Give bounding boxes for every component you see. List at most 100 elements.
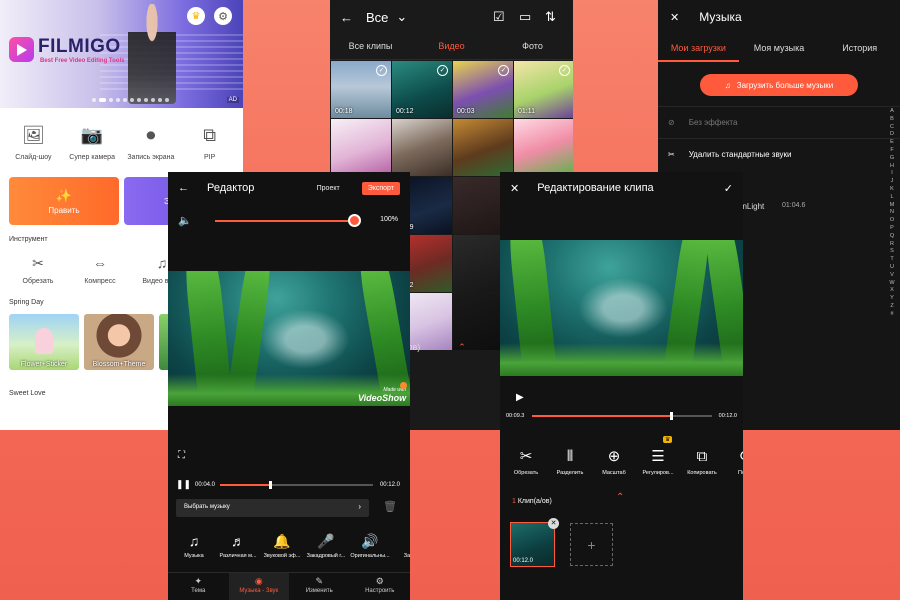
project-button[interactable]: Проект	[317, 185, 340, 192]
tab-1[interactable]: Моя музыка	[739, 34, 820, 62]
tool-slideshow[interactable]: 🖼 Слайд-шоу	[5, 122, 61, 162]
tool-speaker[interactable]: 🔊 Оригинальны...	[348, 532, 392, 560]
alphabet-letter[interactable]: W	[889, 280, 894, 288]
alphabet-letter[interactable]: #	[890, 311, 893, 319]
promo-banner[interactable]: FILMIGO Best Free Video Editing Tools ♛ …	[0, 0, 243, 108]
chevron-up-icon[interactable]: ⌃	[616, 492, 624, 503]
export-button[interactable]: Экспорт	[361, 181, 400, 195]
alphabet-letter[interactable]: F	[890, 147, 893, 155]
alphabet-letter[interactable]: P	[890, 225, 894, 233]
nav-settings[interactable]: ⚙ Настроить	[350, 573, 411, 600]
playback-progress[interactable]	[220, 481, 373, 489]
play-icon[interactable]: ▶	[516, 392, 524, 403]
alphabet-letter[interactable]: D	[890, 131, 894, 139]
alphabet-letter[interactable]: K	[890, 186, 894, 194]
tool-pip[interactable]: ⧉ PIP	[182, 122, 238, 162]
alphabet-letter[interactable]: J	[891, 178, 894, 186]
watermark-close-icon[interactable]	[400, 382, 407, 389]
media-thumb[interactable]: ✓ 01:11	[514, 61, 573, 118]
select-circle-icon[interactable]: ✓	[376, 65, 387, 76]
tab-0[interactable]: Мои загрузки	[658, 34, 739, 62]
theme-thumb-blossom[interactable]: Blossom+Theme	[84, 314, 154, 370]
tab-0[interactable]: Все клипы	[330, 34, 411, 59]
alphabet-letter[interactable]: B	[890, 116, 894, 124]
select-circle-icon[interactable]: ✓	[559, 65, 570, 76]
alphabet-letter[interactable]: Z	[890, 303, 893, 311]
video-preview[interactable]	[168, 271, 410, 406]
tool-rotate[interactable]: ⟳ Повор	[724, 446, 743, 476]
tool-copy[interactable]: ⧉ Копировать	[680, 446, 724, 477]
tab-2[interactable]: Фото	[492, 34, 573, 59]
tool-screen-record[interactable]: ⏺ Запись экрана	[123, 122, 179, 162]
alphabet-letter[interactable]: U	[890, 264, 894, 272]
tool-camera[interactable]: 📷 Супер камера	[64, 122, 120, 162]
tool-music-note[interactable]: ♫ Музыка	[172, 532, 216, 559]
fullscreen-icon[interactable]: ⛶	[178, 450, 185, 461]
volume-slider-handle[interactable]	[348, 214, 361, 227]
theme-thumb-flower[interactable]: Flower+Sticker	[9, 314, 79, 370]
media-thumb[interactable]	[514, 119, 573, 176]
nav-theme[interactable]: ✦ Тема	[168, 573, 229, 600]
alphabet-letter[interactable]: Q	[890, 233, 894, 241]
media-thumb[interactable]: ✓ 00:03	[453, 61, 513, 118]
tab-1[interactable]: Видео	[411, 34, 492, 59]
alphabet-letter[interactable]: S	[890, 248, 894, 256]
sort-icon[interactable]: ⇅	[545, 9, 563, 25]
tool-adjust[interactable]: ♛ ☰ Регулиров...	[636, 436, 680, 476]
nav-edit[interactable]: ✎ Изменить	[289, 573, 350, 600]
edit-button[interactable]: ✨ Править	[9, 177, 119, 225]
select-circle-icon[interactable]: ✓	[498, 65, 509, 76]
alphabet-letter[interactable]: V	[890, 272, 894, 280]
alphabet-letter[interactable]: L	[890, 194, 893, 202]
tool-scissors[interactable]: ✂ Обрезать	[10, 255, 66, 286]
media-thumb[interactable]	[331, 119, 391, 176]
add-clip-button[interactable]: +	[570, 523, 613, 566]
nav-music-sound[interactable]: ◉ Музыка - Звук	[228, 573, 289, 600]
volume-slider-track[interactable]	[215, 220, 355, 222]
alphabet-letter[interactable]: Y	[890, 295, 894, 303]
tool-zoom[interactable]: ⊕ Масштаб	[592, 446, 636, 476]
select-music-button[interactable]: Выбрать музыку ›	[176, 499, 369, 517]
back-arrow-icon[interactable]: ←	[178, 182, 189, 194]
tool-split[interactable]: ⫴ Разделить	[548, 446, 592, 477]
remove-clip-icon[interactable]: ✕	[548, 518, 559, 529]
tool-fade[interactable]: ◐ Затухан	[392, 532, 410, 559]
tab-2[interactable]: История	[819, 34, 900, 62]
gear-icon[interactable]: ⚙	[214, 7, 232, 25]
no-effect-row[interactable]: ⊘ Без эффекта	[658, 106, 900, 138]
alphabet-letter[interactable]: N	[890, 209, 894, 217]
alphabet-letter[interactable]: E	[890, 139, 894, 147]
alphabet-index[interactable]: A B C D E F G H I J K L M N O P Q R S T U V W X Y Z #	[887, 108, 897, 319]
clip-preview[interactable]	[500, 240, 743, 376]
alphabet-letter[interactable]: R	[890, 241, 894, 249]
close-icon[interactable]: ✕	[510, 182, 519, 195]
upload-more-music-button[interactable]: ♫ Загрузить больше музыки	[700, 74, 858, 96]
tool-compress[interactable]: ⇔ Компресс	[72, 255, 128, 285]
alphabet-letter[interactable]: M	[890, 202, 895, 210]
alphabet-letter[interactable]: C	[890, 124, 894, 132]
select-all-icon[interactable]: ☑	[493, 9, 511, 25]
alphabet-letter[interactable]: X	[890, 287, 894, 295]
media-thumb[interactable]	[392, 119, 452, 176]
trash-icon[interactable]: 🗑	[383, 500, 397, 513]
alphabet-letter[interactable]: I	[891, 170, 893, 178]
alphabet-letter[interactable]: O	[890, 217, 894, 225]
media-thumb[interactable]: ✓ 00:18	[331, 61, 391, 118]
chevron-down-icon[interactable]: ⌄	[396, 9, 414, 25]
media-thumb[interactable]: ✓ 00:12	[392, 61, 452, 118]
chevron-up-icon[interactable]: ⌃	[458, 342, 466, 352]
checkmark-icon[interactable]: ✓	[724, 182, 733, 195]
gallery-title[interactable]: Все	[366, 10, 388, 25]
video-camera-icon[interactable]: ▭	[519, 9, 537, 25]
clip-thumbnail[interactable]: ✕ 00:12.0	[510, 518, 559, 567]
pause-icon[interactable]: ❚❚	[176, 479, 191, 490]
alphabet-letter[interactable]: T	[890, 256, 893, 264]
tool-sound-effect[interactable]: 🔔 Звуковой эф...	[260, 532, 304, 560]
alphabet-letter[interactable]: A	[890, 108, 894, 116]
tool-scissors[interactable]: ✂ Обрезать	[504, 446, 548, 476]
remove-default-sounds-row[interactable]: ✂ Удалить стандартные звуки	[658, 138, 900, 170]
alphabet-letter[interactable]: H	[890, 163, 894, 171]
close-icon[interactable]: ✕	[670, 11, 679, 24]
tool-microphone[interactable]: 🎤 Закадровый г...	[304, 532, 348, 560]
back-arrow-icon[interactable]: ←	[340, 10, 358, 25]
